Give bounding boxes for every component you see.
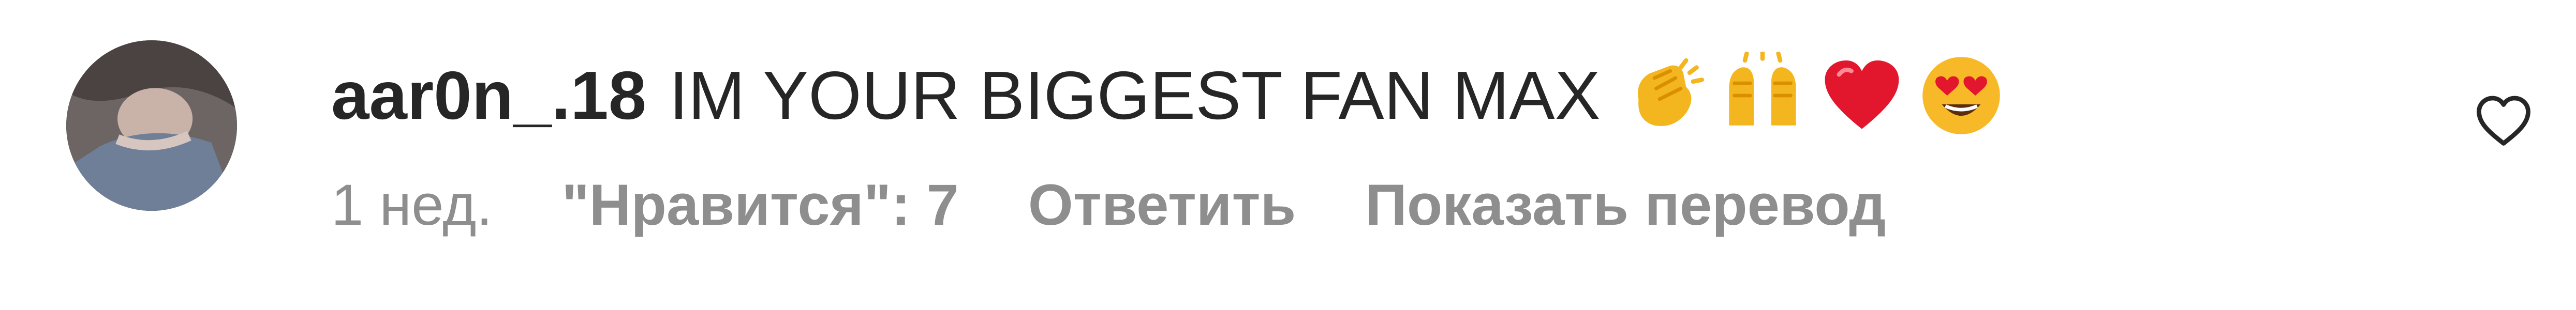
heart-eyes-emoji	[1917, 52, 2005, 140]
clapping-hands-emoji	[1619, 52, 1707, 140]
comment-username[interactable]: aar0n_.18	[331, 52, 646, 140]
comment-meta: 1 нед. "Нравится": 7 Ответить Показать п…	[331, 172, 2359, 239]
comment-line: aar0n_.18 IM YOUR BIGGEST FAN MAX	[331, 52, 2359, 140]
comment-likes-count[interactable]: "Нравится": 7	[562, 172, 959, 239]
heart-outline-icon[interactable]	[2473, 90, 2535, 152]
show-translation-button[interactable]: Показать перевод	[1365, 172, 1886, 239]
reply-button[interactable]: Ответить	[1028, 172, 1296, 239]
red-heart-emoji	[1818, 52, 1906, 140]
raising-hands-emoji	[1719, 52, 1807, 140]
avatar-photo	[66, 40, 237, 211]
comment-text: IM YOUR BIGGEST FAN MAX	[669, 57, 1601, 133]
comment-time[interactable]: 1 нед.	[331, 172, 493, 239]
comment-row: aar0n_.18 IM YOUR BIGGEST FAN MAX 1 нед.…	[0, 0, 2576, 310]
comment-body: aar0n_.18 IM YOUR BIGGEST FAN MAX 1 нед.…	[331, 52, 2359, 239]
avatar[interactable]	[66, 40, 237, 211]
